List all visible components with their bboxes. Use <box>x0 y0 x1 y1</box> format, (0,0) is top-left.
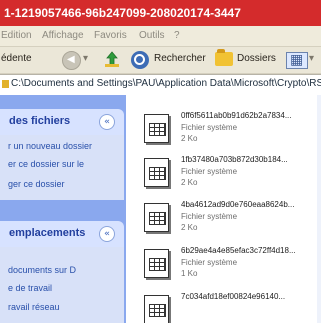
folder-up-icon[interactable] <box>104 50 120 68</box>
views-icon[interactable] <box>286 51 308 69</box>
file-name[interactable]: 7c034afd18ef00824e96140... <box>181 292 285 301</box>
menu-favoris[interactable]: Favoris <box>94 30 127 41</box>
file-size: 2 Ko <box>181 134 198 143</box>
system-file-icon <box>144 158 171 188</box>
other-places-panel: documents sur D e de travail ravail rése… <box>0 247 124 323</box>
file-type: Fichier système <box>181 212 238 221</box>
task-publish-folder[interactable]: er ce dossier sur le <box>8 159 84 169</box>
menu-edition[interactable]: Edition <box>1 30 32 41</box>
file-item[interactable]: 7c034afd18ef00824e96140... <box>144 290 321 323</box>
task-share-folder[interactable]: ger ce dossier <box>8 179 65 189</box>
menu-affichage[interactable]: Affichage <box>42 30 84 41</box>
explorer-window: 1-1219057466-96b247099-208020174-3447 Ed… <box>0 0 321 323</box>
task-pane: des fichiers « r un nouveau dossier er c… <box>0 95 126 323</box>
back-arrow-icon[interactable]: ◀ <box>62 51 81 70</box>
file-item[interactable]: 0ff6f5611ab0b91d62b2a7834... Fichier sys… <box>144 109 321 153</box>
file-name[interactable]: 6b29ae4a4e85efac3c72ff4d18... <box>181 246 296 255</box>
file-tasks-panel: r un nouveau dossier er ce dossier sur l… <box>0 135 124 200</box>
file-size: 2 Ko <box>181 223 198 232</box>
system-file-icon <box>144 114 171 144</box>
file-name[interactable]: 4ba4612ad9d0e760eaa8624b... <box>181 200 294 209</box>
scrollbar[interactable] <box>317 95 321 323</box>
file-name[interactable]: 1fb37480a703b872d30b184... <box>181 155 288 164</box>
other-places-header[interactable]: emplacements « <box>0 221 124 247</box>
file-item[interactable]: 1fb37480a703b872d30b184... Fichier systè… <box>144 153 321 197</box>
dropdown-arrow-icon[interactable]: ▾ <box>83 53 88 64</box>
window-title: 1-1219057466-96b247099-208020174-3447 <box>4 6 241 20</box>
folders-button[interactable]: Dossiers <box>237 53 276 64</box>
collapse-icon[interactable]: « <box>99 114 115 130</box>
place-network[interactable]: ravail réseau <box>8 302 60 312</box>
file-size: 1 Ko <box>181 269 198 278</box>
file-tasks-header[interactable]: des fichiers « <box>0 109 124 135</box>
file-list: 0ff6f5611ab0b91d62b2a7834... Fichier sys… <box>126 95 321 323</box>
toolbar: édente ◀ ▾ Rechercher Dossiers ▾ <box>0 47 321 74</box>
address-path[interactable]: C:\Documents and Settings\PAU\Applicatio… <box>11 78 321 89</box>
system-file-icon <box>144 203 171 233</box>
file-item[interactable]: 4ba4612ad9d0e760eaa8624b... Fichier syst… <box>144 198 321 242</box>
file-type: Fichier système <box>181 258 238 267</box>
back-button[interactable]: édente <box>1 53 32 64</box>
file-item[interactable]: 6b29ae4a4e85efac3c72ff4d18... Fichier sy… <box>144 244 321 288</box>
folder-icon[interactable] <box>215 49 233 66</box>
system-file-icon <box>144 295 171 323</box>
place-desktop[interactable]: e de travail <box>8 283 52 293</box>
place-documents[interactable]: documents sur D <box>8 265 76 275</box>
views-dropdown-icon[interactable]: ▾ <box>309 53 314 64</box>
file-name[interactable]: 0ff6f5611ab0b91d62b2a7834... <box>181 111 291 120</box>
file-type: Fichier système <box>181 123 238 132</box>
file-type: Fichier système <box>181 167 238 176</box>
file-tasks-title: des fichiers <box>9 115 71 127</box>
file-size: 2 Ko <box>181 178 198 187</box>
menu-bar: Edition Affichage Favoris Outils ? <box>0 26 321 47</box>
system-file-icon <box>144 249 171 279</box>
search-icon[interactable] <box>131 51 149 69</box>
task-new-folder[interactable]: r un nouveau dossier <box>8 141 92 151</box>
window-titlebar: 1-1219057466-96b247099-208020174-3447 <box>0 0 321 26</box>
search-button[interactable]: Rechercher <box>154 53 206 64</box>
address-folder-icon <box>2 80 9 88</box>
menu-outils[interactable]: Outils <box>139 30 165 41</box>
address-bar[interactable]: C:\Documents and Settings\PAU\Applicatio… <box>0 74 321 96</box>
menu-help[interactable]: ? <box>174 30 180 41</box>
other-places-title: emplacements <box>9 227 86 239</box>
collapse-icon[interactable]: « <box>99 226 115 242</box>
